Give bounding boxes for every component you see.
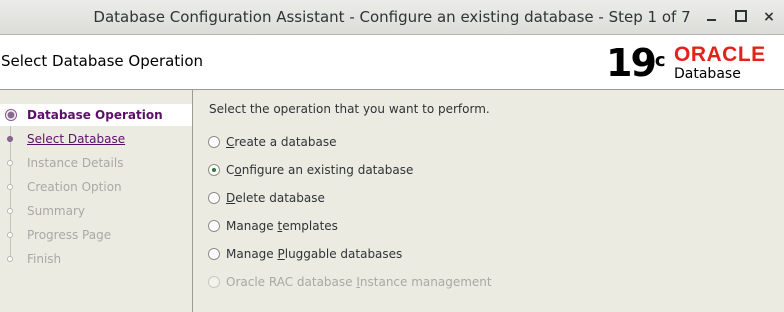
step-label: Finish — [27, 252, 62, 266]
maximize-button[interactable] — [728, 4, 754, 30]
page-title: Select Database Operation — [1, 52, 204, 70]
radio-button-icon[interactable] — [208, 164, 220, 176]
oracle-wordmark: ORACLE — [674, 43, 766, 66]
step-label: Select Database — [27, 132, 126, 146]
step-summary: Summary — [0, 200, 192, 222]
operation-prompt: Select the operation that you want to pe… — [209, 102, 490, 116]
close-button[interactable]: × — [756, 4, 782, 30]
radio-button-icon — [208, 276, 220, 288]
step-navigation: Database Operation Select Database Instanc… — [0, 90, 193, 312]
product-name: Database — [674, 66, 741, 82]
oracle-19c-logo: 19c ORACLE Database — [606, 40, 782, 86]
window-title: Database Configuration Assistant - Confi… — [93, 8, 691, 26]
option-label: Manage templates — [226, 219, 338, 233]
step-progress-page: Progress Page — [0, 224, 192, 246]
step-label: Database Operation — [27, 108, 163, 122]
step-indicator-icon — [5, 109, 17, 121]
step-instance-details: Instance Details — [0, 152, 192, 174]
maximize-icon — [735, 9, 747, 22]
page-header: Select Database Operation 19c ORACLE Dat… — [0, 35, 784, 90]
radio-button-icon[interactable] — [208, 192, 220, 204]
window-titlebar: Database Configuration Assistant - Confi… — [0, 0, 784, 35]
step-finish: Finish — [0, 248, 192, 270]
radio-button-icon[interactable] — [208, 136, 220, 148]
step-indicator-icon — [7, 208, 13, 214]
option-label: Delete database — [226, 191, 325, 205]
option-label: Create a database — [226, 135, 337, 149]
step-indicator-icon — [7, 184, 13, 190]
minimize-icon — [706, 19, 716, 21]
step-indicator-icon — [7, 136, 13, 142]
step-indicator-icon — [7, 160, 13, 166]
option-label: Configure an existing database — [226, 163, 414, 177]
option-label: Oracle RAC database Instance management — [226, 275, 492, 289]
step-label: Instance Details — [27, 156, 124, 170]
radio-button-icon[interactable] — [208, 220, 220, 232]
step-label: Creation Option — [27, 180, 122, 194]
step-indicator-icon — [7, 232, 13, 238]
minimize-button[interactable] — [698, 4, 724, 30]
radio-button-icon[interactable] — [208, 248, 220, 260]
step-creation-option: Creation Option — [0, 176, 192, 198]
main-panel: Select the operation that you want to pe… — [193, 90, 784, 312]
step-label: Summary — [27, 204, 85, 218]
version-mark: 19c — [606, 41, 666, 85]
option-label: Manage Pluggable databases — [226, 247, 403, 261]
close-icon: × — [763, 9, 775, 25]
step-select-database[interactable]: Select Database — [0, 128, 192, 150]
step-database-operation[interactable]: Database Operation — [0, 104, 192, 126]
step-indicator-icon — [7, 256, 13, 262]
step-label: Progress Page — [27, 228, 112, 242]
